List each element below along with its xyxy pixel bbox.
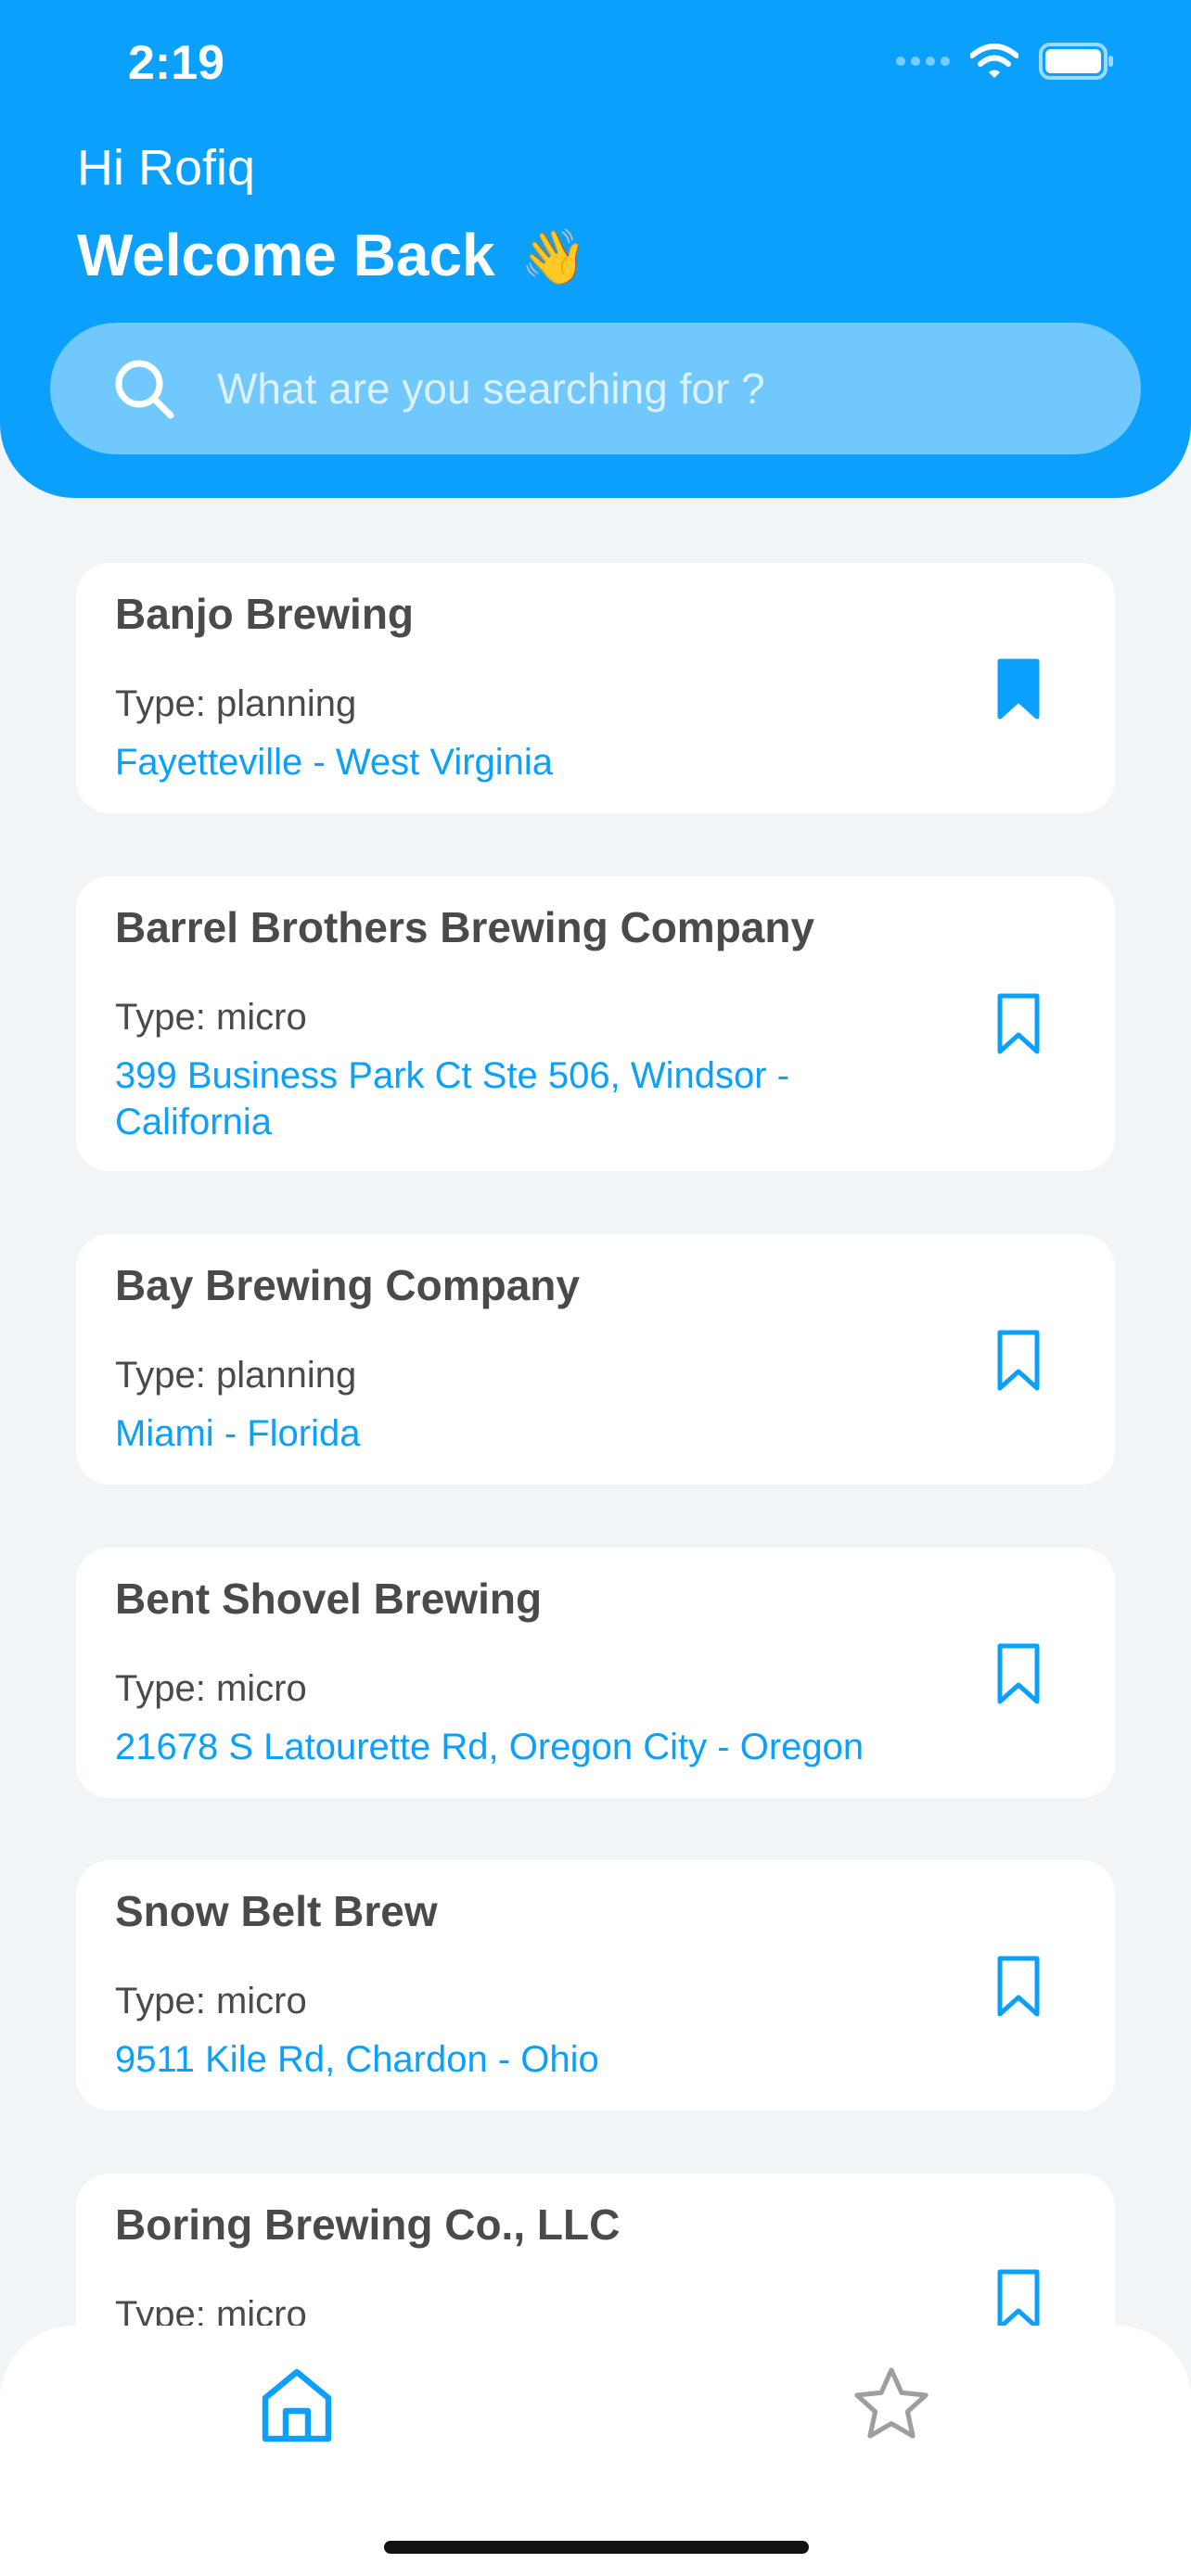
bookmark-outline-icon[interactable]: [996, 1642, 1041, 1705]
header: 2:19 Hi Rofiq Welcome Back 👋: [0, 0, 1191, 498]
brewery-address: Miami - Florida: [115, 1413, 361, 1454]
brewery-type: Type: micro: [115, 997, 307, 1038]
home-icon[interactable]: [260, 2366, 334, 2444]
bookmark-outline-icon[interactable]: [996, 1955, 1041, 2018]
search-input[interactable]: [217, 323, 1108, 454]
brewery-card[interactable]: Barrel Brothers Brewing Company Type: mi…: [76, 876, 1115, 1171]
waving-hand-icon: 👋: [520, 227, 588, 287]
bookmark-outline-icon[interactable]: [996, 2268, 1041, 2331]
brewery-type: Type: planning: [115, 683, 357, 724]
greeting-text: Hi Rofiq: [77, 140, 256, 196]
welcome-text: Welcome Back: [77, 222, 495, 288]
brewery-name: Barrel Brothers Brewing Company: [115, 903, 815, 951]
search-icon: [115, 360, 174, 419]
brewery-name: Boring Brewing Co., LLC: [115, 2200, 621, 2249]
battery-icon: [1039, 43, 1113, 80]
star-icon[interactable]: [852, 2365, 931, 2444]
bookmark-outline-icon[interactable]: [996, 1329, 1041, 1392]
brewery-card[interactable]: Snow Belt Brew Type: micro 9511 Kile Rd,…: [76, 1860, 1115, 2111]
brewery-type: Type: micro: [115, 1668, 307, 1709]
welcome-title: Welcome Back 👋: [77, 221, 588, 289]
brewery-name: Bent Shovel Brewing: [115, 1575, 543, 1623]
brewery-card[interactable]: Bent Shovel Brewing Type: micro 21678 S …: [76, 1548, 1115, 1798]
bookmark-outline-icon[interactable]: [996, 992, 1041, 1055]
brewery-address: 399 Business Park Ct Ste 506, Windsor - …: [115, 1055, 789, 1142]
brewery-name: Banjo Brewing: [115, 590, 415, 638]
brewery-address: 9511 Kile Rd, Chardon - Ohio: [115, 2039, 599, 2080]
wifi-icon: [970, 44, 1018, 78]
brewery-address: 21678 S Latourette Rd, Oregon City - Ore…: [115, 1727, 864, 1767]
bookmark-filled-icon[interactable]: [996, 657, 1041, 721]
cellular-signal-icon: [896, 57, 950, 66]
home-indicator: [384, 2541, 809, 2554]
status-icons: [896, 43, 1115, 80]
status-time: 2:19: [128, 36, 225, 90]
brewery-type: Type: planning: [115, 1355, 357, 1396]
search-bar[interactable]: [50, 323, 1141, 454]
brewery-type: Type: micro: [115, 1981, 307, 2021]
brewery-address: Fayetteville - West Virginia: [115, 742, 554, 783]
brewery-name: Bay Brewing Company: [115, 1261, 580, 1309]
brewery-name: Snow Belt Brew: [115, 1887, 438, 1935]
brewery-card[interactable]: Bay Brewing Company Type: planning Miami…: [76, 1234, 1115, 1485]
bottom-tab-bar: [0, 2326, 1191, 2576]
brewery-card[interactable]: Banjo Brewing Type: planning Fayettevill…: [76, 563, 1115, 813]
